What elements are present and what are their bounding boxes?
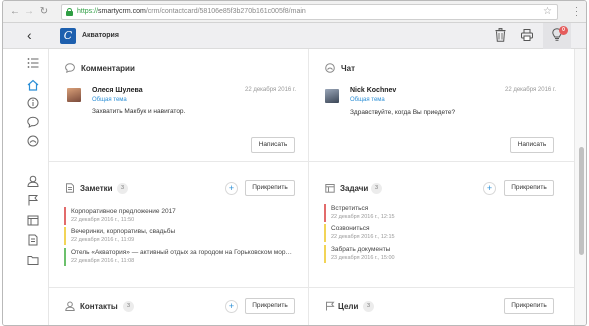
chat-text: Здравствуйте, когда Вы приедете? <box>350 109 456 116</box>
chat-date: 22 декабря 2016 г. <box>505 87 557 93</box>
attach-note-button[interactable]: Прикрепить <box>245 180 295 196</box>
browser-forward-button[interactable]: → <box>23 6 35 18</box>
write-comment-button[interactable]: Написать <box>251 137 295 153</box>
note-item[interactable]: Вечеринки, корпоративы, свадьбы 22 декабр… <box>64 227 294 245</box>
chat-topic-link[interactable]: Общая тема <box>350 97 385 103</box>
attach-goal-button[interactable]: Прикрепить <box>504 298 554 314</box>
user-icon[interactable] <box>27 175 39 187</box>
chat-icon[interactable] <box>27 135 39 147</box>
tasks-title: Задачи <box>340 184 369 193</box>
contacts-count-badge: 3 <box>123 301 134 312</box>
vertical-scrollbar[interactable] <box>574 49 586 325</box>
attach-contact-button[interactable]: Прикрепить <box>245 298 295 314</box>
browser-toolbar: ← → ↻ https://smartycrm.com/crm/contactc… <box>3 1 586 23</box>
chat-icon <box>325 63 335 73</box>
notes-title: Заметки <box>80 184 113 193</box>
browser-back-button[interactable]: ← <box>9 6 21 18</box>
chat-author[interactable]: Nick Kochnev <box>350 87 396 94</box>
app-header: ‹ C Акватория 0 <box>3 23 586 49</box>
task-item[interactable]: Встретиться 22 декабря 2016 г., 12:15 <box>324 204 554 222</box>
comment-icon[interactable] <box>27 116 39 128</box>
notes-icon <box>66 183 74 193</box>
info-icon[interactable] <box>27 97 39 109</box>
url-text: https://smartycrm.com/crm/contactcard/58… <box>77 8 306 15</box>
note-item[interactable]: Корпоративное предложение 2017 22 декабря… <box>64 207 294 225</box>
add-note-button[interactable]: + <box>225 182 238 195</box>
page-title: Акватория <box>82 32 119 39</box>
calendar-icon <box>325 184 335 193</box>
chat-title: Чат <box>341 64 355 73</box>
user-icon <box>65 301 75 311</box>
tasks-count-badge: 3 <box>371 183 382 194</box>
comment-text: Захватить Макбук и навигатор. <box>92 108 186 115</box>
contacts-title: Контакты <box>80 302 118 311</box>
add-contact-button[interactable]: + <box>225 300 238 313</box>
trash-icon[interactable] <box>495 28 506 42</box>
flag-icon[interactable] <box>27 194 39 206</box>
flag-icon <box>326 301 335 311</box>
home-icon[interactable] <box>27 79 39 91</box>
add-task-button[interactable]: + <box>483 182 496 195</box>
left-sidebar <box>3 49 49 325</box>
calendar-icon[interactable] <box>27 214 39 226</box>
notification-badge: 0 <box>559 26 568 35</box>
browser-window: ← → ↻ https://smartycrm.com/crm/contactc… <box>2 0 587 326</box>
avatar <box>67 88 81 102</box>
list-icon[interactable] <box>27 57 39 69</box>
goals-title: Цели <box>338 302 359 311</box>
browser-menu-icon[interactable]: · · · <box>575 3 578 20</box>
lock-icon <box>66 8 73 16</box>
folder-icon[interactable] <box>27 254 39 266</box>
printer-icon[interactable] <box>521 29 533 41</box>
scrollbar-thumb[interactable] <box>579 147 584 255</box>
company-logo: C <box>60 28 76 44</box>
main-content: Комментарии Олеся Шулева 22 декабря 2016… <box>49 49 574 325</box>
comment-icon <box>65 63 75 73</box>
column-divider <box>308 49 309 325</box>
tips-button[interactable]: 0 <box>543 23 571 49</box>
notes-count-badge: 3 <box>117 183 128 194</box>
comment-topic-link[interactable]: Общая тема <box>92 97 127 103</box>
task-item[interactable]: Созвониться 22 декабря 2016 г., 12:15 <box>324 224 554 242</box>
back-arrow-button[interactable]: ‹ <box>27 27 32 43</box>
bookmark-star-icon[interactable]: ☆ <box>543 6 552 17</box>
comments-title: Комментарии <box>81 64 135 73</box>
address-bar[interactable]: https://smartycrm.com/crm/contactcard/58… <box>61 4 558 20</box>
row-divider <box>49 161 574 162</box>
comment-author[interactable]: Олеся Шулева <box>92 87 143 94</box>
goals-count-badge: 3 <box>363 301 374 312</box>
task-item[interactable]: Забрать документы 23 декабря 2016 г., 15:… <box>324 245 554 263</box>
row-divider <box>49 287 574 288</box>
document-icon[interactable] <box>27 234 39 246</box>
comment-date: 22 декабря 2016 г. <box>245 87 297 93</box>
attach-task-button[interactable]: Прикрепить <box>504 180 554 196</box>
write-chat-button[interactable]: Написать <box>510 137 554 153</box>
avatar <box>325 89 339 103</box>
browser-reload-button[interactable]: ↻ <box>38 6 50 18</box>
note-item[interactable]: Отель «Акватория» — активный отдых за го… <box>64 248 294 266</box>
